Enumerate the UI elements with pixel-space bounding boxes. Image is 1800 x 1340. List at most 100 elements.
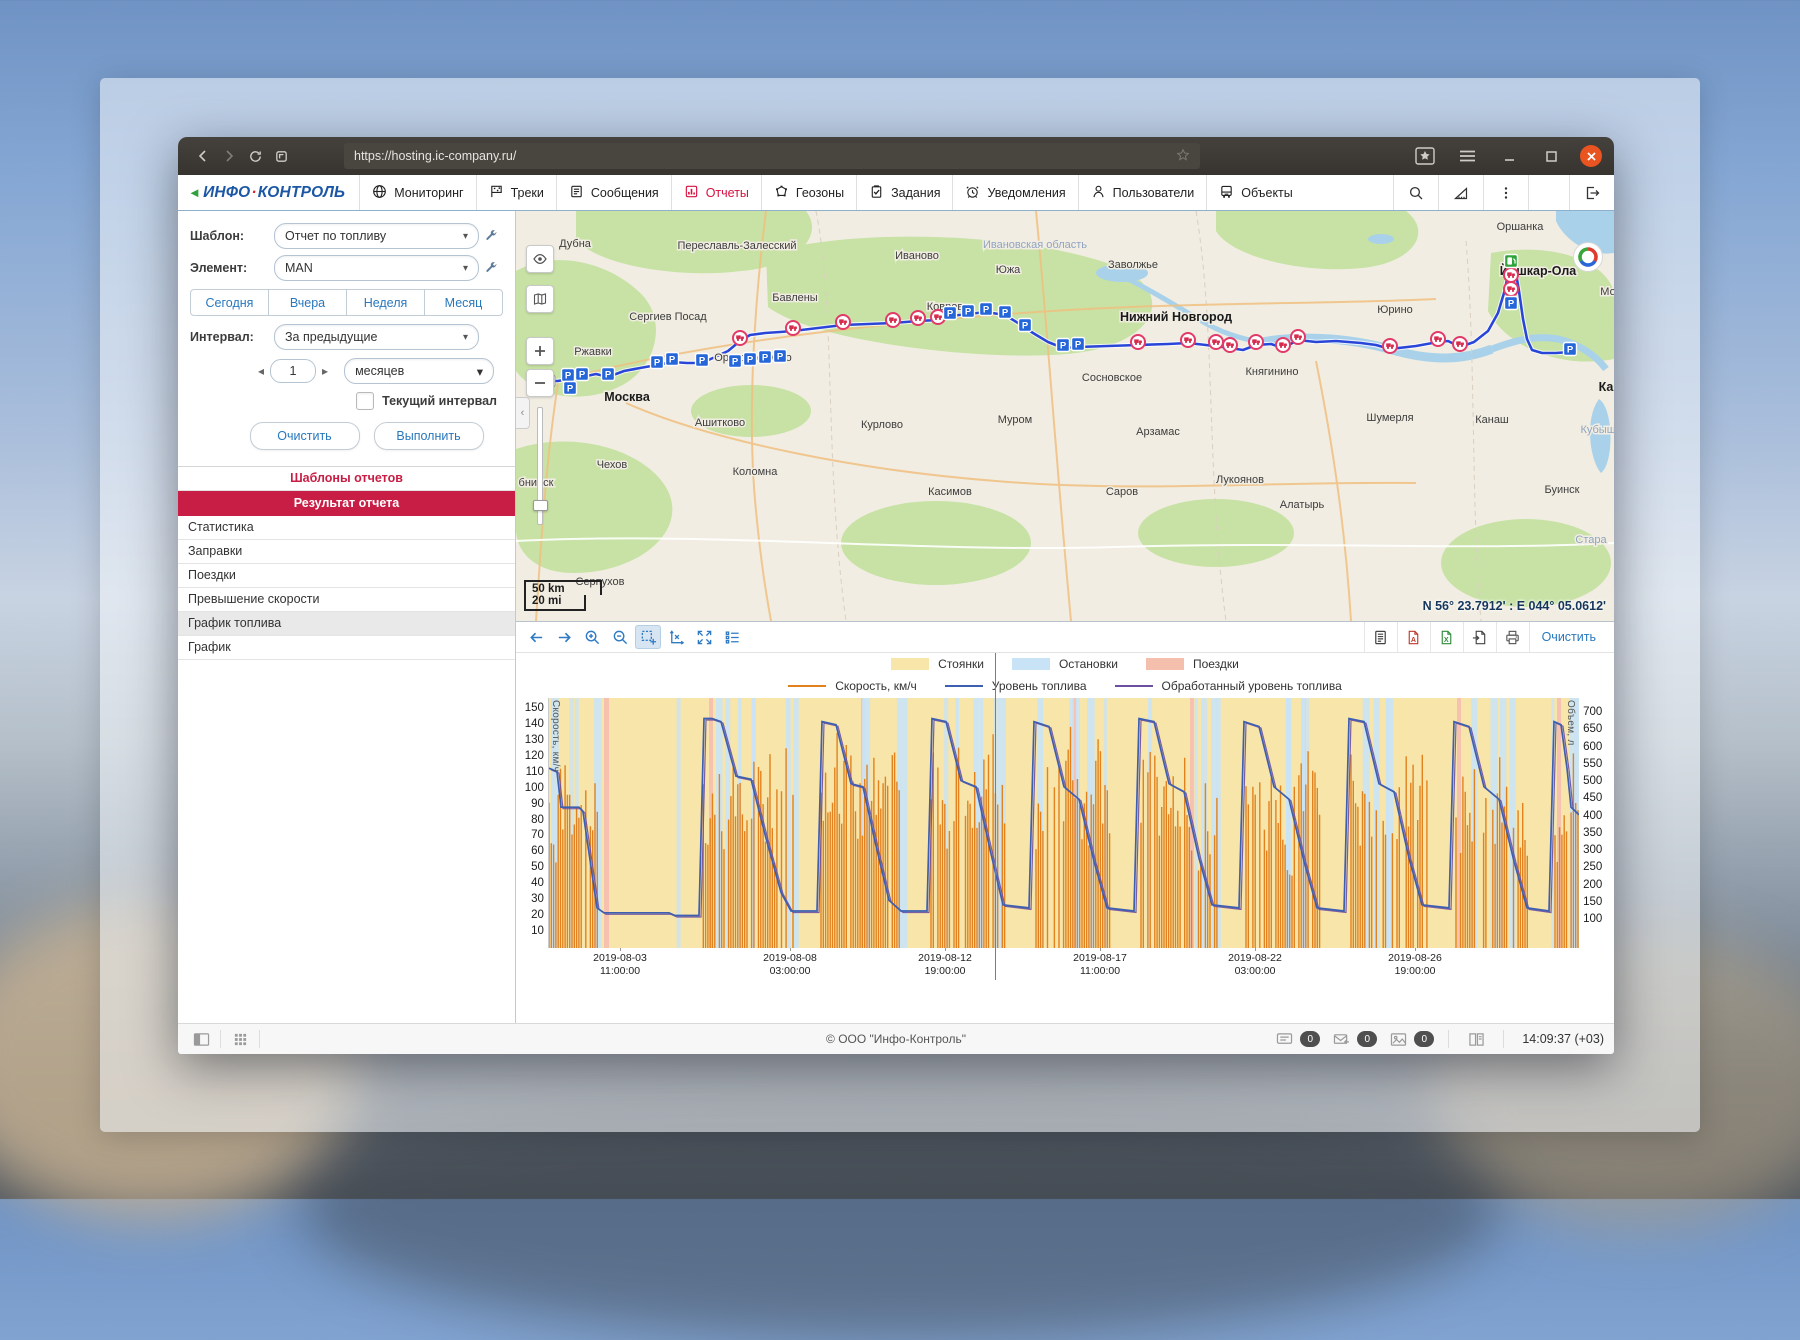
chart-tool-box-zoom[interactable] <box>635 625 661 649</box>
tab-geozones[interactable]: Геозоны <box>761 175 856 210</box>
parking-marker[interactable]: P <box>1505 297 1518 310</box>
parking-marker[interactable]: P <box>729 355 742 368</box>
interval-unit-select[interactable]: месяцев▾ <box>344 358 494 384</box>
reload-button[interactable] <box>242 143 268 169</box>
chart-tool-back[interactable] <box>523 625 549 649</box>
parking-marker[interactable]: P <box>1019 319 1032 332</box>
forward-button[interactable] <box>216 143 242 169</box>
range-button-3[interactable]: Месяц <box>424 289 503 316</box>
sidebar-collapse-handle[interactable]: ‹ <box>516 397 530 429</box>
trip-event-marker[interactable] <box>1453 337 1467 351</box>
template-select[interactable]: Отчет по топливу▾ <box>274 223 479 249</box>
parking-marker[interactable]: P <box>980 303 993 316</box>
report-section-chart[interactable]: График <box>178 636 515 660</box>
map-zoom-slider[interactable] <box>537 407 543 525</box>
minimize-button[interactable] <box>1496 143 1522 169</box>
tab-objects[interactable]: Объекты <box>1206 175 1305 210</box>
parking-marker[interactable]: P <box>576 368 589 381</box>
range-button-0[interactable]: Сегодня <box>190 289 269 316</box>
journal-icon[interactable] <box>1463 1029 1489 1049</box>
trip-event-marker[interactable] <box>1504 282 1518 296</box>
back-button[interactable] <box>190 143 216 169</box>
trip-event-marker[interactable] <box>886 313 900 327</box>
chart-tool-legend-toggle[interactable] <box>719 625 745 649</box>
trip-event-marker[interactable] <box>1276 338 1290 352</box>
home-button[interactable] <box>268 143 294 169</box>
interval-count-field[interactable]: 1 <box>270 359 316 383</box>
chart-plot-area[interactable]: Скорость, км/ч Объем, л <box>548 698 1578 948</box>
report-section-fuel-chart[interactable]: График топлива <box>178 612 515 636</box>
map-zoom-in-button[interactable] <box>526 337 554 365</box>
map-zoom-slider-handle[interactable] <box>533 500 548 511</box>
tab-reports[interactable]: Отчеты <box>671 175 761 210</box>
app-logo[interactable]: ◄ ИНФО · КОНТРОЛЬ <box>178 175 359 210</box>
parking-marker[interactable]: P <box>774 350 787 363</box>
templates-section-header[interactable]: Шаблоны отчетов <box>178 467 515 491</box>
menu-icon[interactable] <box>1454 143 1480 169</box>
chart-tool-print[interactable] <box>1496 622 1529 652</box>
close-button[interactable] <box>1580 145 1602 167</box>
search-icon[interactable] <box>1393 175 1438 210</box>
media-counter[interactable]: 0 <box>1385 1029 1434 1049</box>
trip-event-marker[interactable] <box>1504 268 1518 282</box>
parking-marker[interactable]: P <box>1072 338 1085 351</box>
range-button-2[interactable]: Неделя <box>346 289 425 316</box>
element-select[interactable]: MAN▾ <box>274 255 479 281</box>
parking-marker[interactable]: P <box>999 306 1012 319</box>
panel-toggle-icon[interactable] <box>188 1029 214 1049</box>
bookmark-star-icon[interactable] <box>1176 148 1190 165</box>
template-settings-icon[interactable] <box>479 229 503 243</box>
trip-event-marker[interactable] <box>911 311 925 325</box>
chat-counter[interactable]: 0 <box>1271 1029 1320 1049</box>
trip-event-marker[interactable] <box>1223 338 1237 352</box>
map-layers-button[interactable] <box>526 285 554 313</box>
current-interval-checkbox[interactable] <box>356 392 374 410</box>
mail-counter[interactable]: 0 <box>1328 1029 1377 1049</box>
fuel-station-marker[interactable] <box>1505 255 1518 268</box>
report-section-refuels[interactable]: Заправки <box>178 540 515 564</box>
parking-marker[interactable]: P <box>602 368 615 381</box>
map[interactable]: ДубнаПереславль-ЗалесскийИвановоИвановск… <box>516 211 1614 622</box>
trip-event-marker[interactable] <box>733 331 747 345</box>
chart-tool-zoom-in[interactable] <box>579 625 605 649</box>
report-section-trips[interactable]: Поездки <box>178 564 515 588</box>
chart-tool-zoom-out[interactable] <box>607 625 633 649</box>
trip-event-marker[interactable] <box>1383 339 1397 353</box>
trip-event-marker[interactable] <box>836 315 850 329</box>
clear-button[interactable]: Очистить <box>250 422 360 450</box>
element-settings-icon[interactable] <box>479 261 503 275</box>
maximize-button[interactable] <box>1538 143 1564 169</box>
result-section-header[interactable]: Результат отчета <box>178 491 515 516</box>
interval-select[interactable]: За предыдущие▾ <box>274 324 479 350</box>
parking-marker[interactable]: P <box>962 305 975 318</box>
parking-marker[interactable]: P <box>744 353 757 366</box>
run-button[interactable]: Выполнить <box>374 422 484 450</box>
map-canvas[interactable]: ДубнаПереславль-ЗалесскийИвановоИвановск… <box>516 211 1614 621</box>
parking-marker[interactable]: P <box>1564 343 1577 356</box>
chart-tool-forward[interactable] <box>551 625 577 649</box>
parking-marker[interactable]: P <box>944 307 957 320</box>
trip-event-marker[interactable] <box>1431 332 1445 346</box>
interval-count-decrement[interactable]: ◂ <box>252 364 270 378</box>
logout-icon[interactable] <box>1569 175 1614 210</box>
parking-marker[interactable]: P <box>1057 339 1070 352</box>
parking-marker[interactable]: P <box>666 353 679 366</box>
parking-marker[interactable]: P <box>562 369 575 382</box>
chart-tool-export-excel[interactable]: X <box>1430 622 1463 652</box>
parking-marker[interactable]: P <box>651 356 664 369</box>
map-visibility-button[interactable] <box>526 245 554 273</box>
trip-event-marker[interactable] <box>1291 330 1305 344</box>
parking-marker[interactable]: P <box>564 382 577 395</box>
trip-event-marker[interactable] <box>1249 335 1263 349</box>
trip-event-marker[interactable] <box>1209 335 1223 349</box>
tab-tasks[interactable]: Задания <box>856 175 952 210</box>
url-bar[interactable]: https://hosting.ic-company.ru/ <box>344 143 1200 169</box>
trip-event-marker[interactable] <box>1131 335 1145 349</box>
chart-tool-report-doc[interactable] <box>1364 622 1397 652</box>
chart-tool-axis-scale[interactable] <box>663 625 689 649</box>
tab-users[interactable]: Пользователи <box>1078 175 1207 210</box>
trip-event-marker[interactable] <box>1181 333 1195 347</box>
chart-tool-export-file[interactable] <box>1463 622 1496 652</box>
trip-event-marker[interactable] <box>786 321 800 335</box>
measure-icon[interactable] <box>1438 175 1483 210</box>
